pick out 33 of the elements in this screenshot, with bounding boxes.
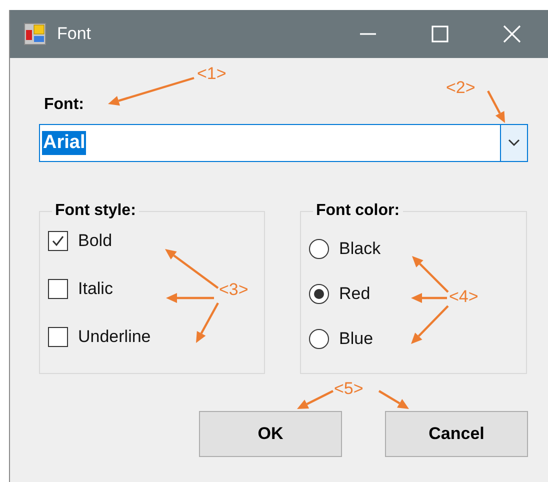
radio-label[interactable]: Red — [339, 284, 370, 304]
annotation-arrow — [378, 390, 409, 409]
group-title: Font style: — [54, 202, 137, 220]
dialog-button[interactable]: OK — [199, 411, 342, 457]
annotation-arrow — [411, 305, 449, 344]
minimize-icon — [360, 33, 376, 35]
callout-label: <3> — [219, 280, 248, 300]
checkbox[interactable] — [48, 327, 68, 347]
callout-label: <2> — [446, 78, 476, 98]
callout-label: <1> — [197, 64, 226, 84]
annotation-arrow — [487, 90, 505, 123]
app-icon — [24, 23, 46, 45]
dialog-button[interactable]: Cancel — [385, 411, 528, 457]
checkbox-label[interactable]: Bold — [78, 231, 112, 251]
callout-label: <4> — [449, 287, 478, 307]
radio-label[interactable]: Blue — [339, 329, 374, 349]
radio-button[interactable] — [309, 284, 329, 304]
annotation-arrow — [165, 249, 219, 289]
checkbox-label[interactable]: Italic — [78, 279, 113, 299]
checkbox-label[interactable]: Underline — [78, 327, 151, 347]
close-icon — [503, 25, 521, 43]
callout-label: <5> — [334, 379, 364, 399]
annotation-arrow — [297, 390, 334, 409]
checkbox[interactable] — [48, 231, 68, 251]
radio-label[interactable]: Black — [339, 239, 381, 259]
maximize-icon — [431, 25, 449, 43]
group-title: Font color: — [315, 202, 401, 220]
window-title: Font — [57, 24, 92, 44]
checkbox[interactable] — [48, 279, 68, 299]
check-icon — [50, 233, 66, 249]
radio-button[interactable] — [309, 329, 329, 349]
font-label: Font: — [43, 95, 84, 115]
radio-button[interactable] — [309, 239, 329, 259]
